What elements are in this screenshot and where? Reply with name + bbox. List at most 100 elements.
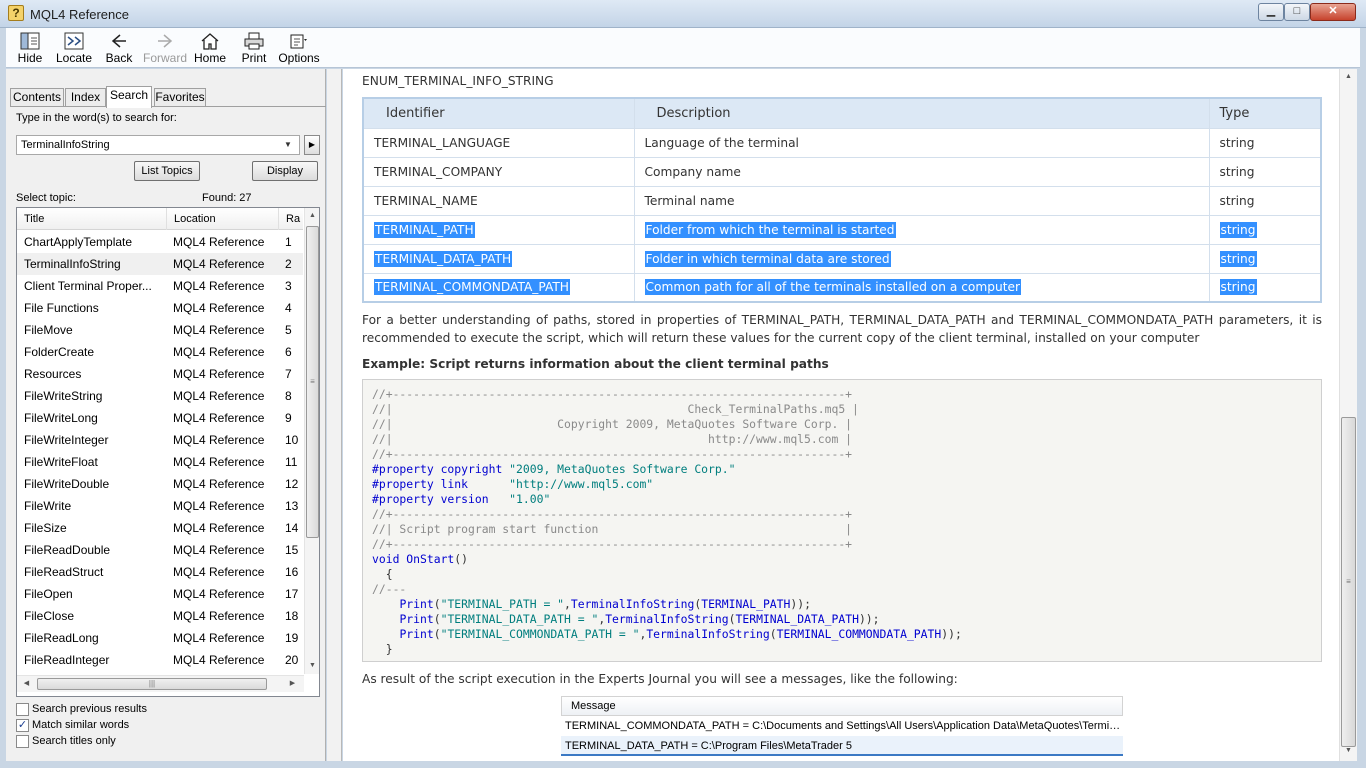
forward-button[interactable]: Forward xyxy=(143,31,187,67)
list-item[interactable]: Client Terminal Proper... MQL4 Reference 3 xyxy=(17,275,303,297)
hide-pane-icon xyxy=(20,32,40,50)
example-title: Example: Script returns information abou… xyxy=(362,357,829,371)
list-item[interactable]: FileWriteDouble MQL4 Reference 12 xyxy=(17,473,303,495)
list-item-title: FileWriteInteger xyxy=(24,433,109,447)
search-titles-checkbox[interactable] xyxy=(16,735,29,748)
code-function: Print xyxy=(399,612,434,626)
tab-contents[interactable]: Contents xyxy=(10,88,64,107)
scroll-up-icon[interactable]: ▲ xyxy=(305,208,319,224)
hide-button[interactable]: Hide xyxy=(8,31,52,67)
tab-favorites[interactable]: Favorites xyxy=(154,88,206,107)
list-topics-button[interactable]: List Topics xyxy=(134,161,200,181)
list-scroll-thumb[interactable]: ≡ xyxy=(306,226,319,538)
locate-label: Locate xyxy=(55,51,93,65)
search-previous-label: Search previous results xyxy=(32,703,147,715)
code-comment: //| http://www.mql5.com | xyxy=(372,432,853,446)
list-item[interactable]: FileClose MQL4 Reference 18 xyxy=(17,605,303,627)
cell-text: string xyxy=(1219,279,1257,296)
search-input[interactable]: TerminalInfoString xyxy=(16,135,300,155)
list-vertical-scrollbar[interactable]: ▲ ≡ ▼ xyxy=(304,208,319,674)
list-item[interactable]: File Functions MQL4 Reference 4 xyxy=(17,297,303,319)
list-item-location: MQL4 Reference xyxy=(173,301,265,315)
table-cell: string xyxy=(1208,272,1322,303)
display-button[interactable]: Display xyxy=(252,161,318,181)
scroll-left-icon[interactable]: ◀ xyxy=(19,676,34,692)
home-button[interactable]: Home xyxy=(188,31,232,67)
list-item[interactable]: FileReadStruct MQL4 Reference 16 xyxy=(17,561,303,583)
go-arrow-icon[interactable]: ▶ xyxy=(304,135,320,155)
enum-table: Identifier Description Type TERMINAL_LAN… xyxy=(362,97,1322,303)
list-item-rank: 15 xyxy=(285,543,299,557)
scroll-down-icon[interactable]: ▼ xyxy=(1341,743,1356,759)
pane-splitter[interactable] xyxy=(327,69,342,761)
list-item[interactable]: TerminalInfoString MQL4 Reference 2 xyxy=(17,253,303,275)
match-similar-checkbox[interactable]: ✓ xyxy=(16,719,29,732)
list-item-title: FileMove xyxy=(24,323,73,337)
list-horizontal-scrollbar[interactable]: ◀ ||| ▶ xyxy=(17,675,304,692)
header-identifier: Identifier xyxy=(362,97,635,129)
locate-button[interactable]: Locate xyxy=(52,31,96,67)
list-item-title: FileReadLong xyxy=(24,631,99,645)
code-string: "2009, MetaQuotes Software Corp." xyxy=(509,462,736,476)
list-item[interactable]: FileMove MQL4 Reference 5 xyxy=(17,319,303,341)
table-cell: TERMINAL_COMMONDATA_PATH xyxy=(362,272,635,303)
minimize-button[interactable]: ▁ xyxy=(1258,3,1284,21)
list-item[interactable]: FileReadInteger MQL4 Reference 20 xyxy=(17,649,303,671)
list-item-title: Client Terminal Proper... xyxy=(24,279,152,293)
list-item[interactable]: Resources MQL4 Reference 7 xyxy=(17,363,303,385)
title-bar[interactable]: ? MQL4 Reference ▁ □ ✕ xyxy=(0,0,1366,28)
navigation-pane: Contents Index Search Favorites Type in … xyxy=(6,69,326,761)
close-button[interactable]: ✕ xyxy=(1310,3,1356,21)
list-item-location: MQL4 Reference xyxy=(173,235,265,249)
message-row[interactable]: TERMINAL_DATA_PATH = C:\Program Files\Me… xyxy=(561,736,1123,756)
table-cell: string xyxy=(1208,156,1322,187)
content-scroll-thumb[interactable]: ≡ xyxy=(1341,417,1356,747)
list-item[interactable]: FileWriteLong MQL4 Reference 9 xyxy=(17,407,303,429)
tab-search[interactable]: Search xyxy=(106,86,152,108)
cell-text: Language of the terminal xyxy=(644,135,799,150)
list-item-location: MQL4 Reference xyxy=(173,257,265,271)
column-rank[interactable]: Ra xyxy=(279,208,303,230)
maximize-button[interactable]: □ xyxy=(1284,3,1310,21)
scroll-right-icon[interactable]: ▶ xyxy=(285,676,300,692)
code-comment: //| Check_TerminalPaths.mq5 | xyxy=(372,402,859,416)
message-column-header[interactable]: Message xyxy=(561,696,1123,716)
printer-icon xyxy=(244,32,264,50)
list-item[interactable]: FileWriteInteger MQL4 Reference 10 xyxy=(17,429,303,451)
list-item[interactable]: ChartApplyTemplate MQL4 Reference 1 xyxy=(17,231,303,253)
list-item[interactable]: FolderCreate MQL4 Reference 6 xyxy=(17,341,303,363)
list-item[interactable]: FileWriteString MQL4 Reference 8 xyxy=(17,385,303,407)
search-prompt: Type in the word(s) to search for: xyxy=(16,112,177,124)
back-button[interactable]: Back xyxy=(97,31,141,67)
list-item[interactable]: FileWrite MQL4 Reference 13 xyxy=(17,495,303,517)
list-item[interactable]: FileReadLong MQL4 Reference 19 xyxy=(17,627,303,649)
tab-index[interactable]: Index xyxy=(65,88,106,107)
message-row[interactable]: TERMINAL_COMMONDATA_PATH = C:\Documents … xyxy=(561,716,1123,736)
column-title[interactable]: Title xyxy=(17,208,167,230)
options-button[interactable]: Options xyxy=(277,31,321,67)
scroll-up-icon[interactable]: ▲ xyxy=(1341,69,1356,85)
window-title: MQL4 Reference xyxy=(30,7,129,22)
list-item[interactable]: FileWriteFloat MQL4 Reference 11 xyxy=(17,451,303,473)
scroll-down-icon[interactable]: ▼ xyxy=(305,658,319,674)
list-item-location: MQL4 Reference xyxy=(173,631,265,645)
options-label: Options xyxy=(278,51,320,65)
code-block: //+-------------------------------------… xyxy=(372,387,962,656)
result-description: As result of the script execution in the… xyxy=(362,672,958,686)
list-item-rank: 11 xyxy=(285,455,298,469)
list-item[interactable]: FileSize MQL4 Reference 14 xyxy=(17,517,303,539)
cell-text: string xyxy=(1219,135,1255,150)
list-item-title: FileReadInteger xyxy=(24,653,110,667)
list-item[interactable]: FileReadDouble MQL4 Reference 15 xyxy=(17,539,303,561)
table-cell: Folder from which the terminal is starte… xyxy=(633,214,1210,245)
cell-text: string xyxy=(1219,221,1257,238)
dropdown-arrow-icon[interactable]: ▼ xyxy=(284,140,292,149)
experts-journal-messages: Message TERMINAL_COMMONDATA_PATH = C:\Do… xyxy=(561,696,1123,758)
column-location[interactable]: Location xyxy=(167,208,279,230)
list-hscroll-thumb[interactable]: ||| xyxy=(37,678,267,690)
list-item[interactable]: FileOpen MQL4 Reference 17 xyxy=(17,583,303,605)
search-previous-checkbox[interactable] xyxy=(16,703,29,716)
print-button[interactable]: Print xyxy=(232,31,276,67)
header-description: Description xyxy=(633,97,1210,129)
content-vertical-scrollbar[interactable]: ▲ ≡ ▼ xyxy=(1339,69,1357,761)
